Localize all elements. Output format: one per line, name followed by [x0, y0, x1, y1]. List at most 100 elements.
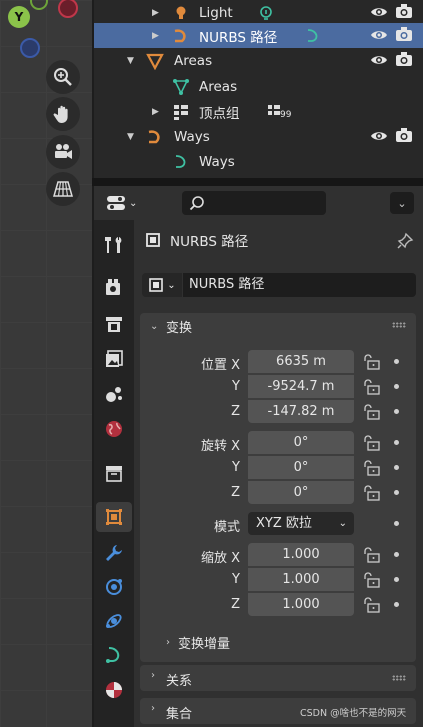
lock-icon[interactable]: [362, 435, 380, 451]
outliner-row-nurbs-path[interactable]: ▶ NURBS 路径: [94, 23, 423, 48]
visibility-eye-icon[interactable]: [370, 27, 388, 43]
tool-icon: [105, 237, 122, 253]
tab-object[interactable]: [96, 502, 132, 532]
outliner-row-ways[interactable]: ▼ Ways: [94, 124, 423, 149]
location-y-row: Y -9524.7 m: [140, 375, 416, 399]
perspective-toggle-button[interactable]: [46, 172, 80, 206]
lock-icon[interactable]: [362, 354, 380, 370]
transform-panel-header[interactable]: ⌄ 变换: [140, 313, 416, 339]
3d-viewport[interactable]: Y: [0, 0, 92, 727]
curve-object-icon: [146, 128, 164, 146]
object-browse-dropdown[interactable]: ⌄: [142, 273, 182, 297]
properties-editor-icon: [107, 196, 125, 210]
relations-panel[interactable]: › 关系: [140, 665, 416, 691]
scale-z-field[interactable]: 1.000: [248, 593, 354, 616]
field-label: Y: [232, 572, 240, 587]
keyframe-dot-icon[interactable]: [394, 602, 399, 607]
pin-icon[interactable]: [396, 232, 414, 250]
tab-output[interactable]: [98, 309, 130, 339]
field-label: 模式: [213, 520, 240, 535]
expand-arrow-icon[interactable]: ▶: [152, 8, 159, 18]
gizmo-y-handle[interactable]: Y: [8, 6, 30, 28]
property-search-input[interactable]: [182, 191, 326, 215]
location-x-field[interactable]: 6635 m: [248, 350, 354, 373]
editor-type-dropdown[interactable]: ⌄: [106, 192, 142, 214]
tab-view-layer[interactable]: [98, 344, 130, 374]
tab-physics[interactable]: [98, 606, 130, 636]
keyframe-dot-icon[interactable]: [394, 465, 399, 470]
panel-title: 集合: [166, 707, 193, 722]
tab-scene[interactable]: [98, 379, 130, 409]
lock-icon[interactable]: [362, 597, 380, 613]
outliner-row-vertex-groups[interactable]: ▶ 顶点组 99: [94, 99, 423, 124]
outliner-row-areas-mesh[interactable]: Areas: [94, 74, 423, 99]
expand-arrow-icon[interactable]: ▶: [152, 107, 159, 117]
collapse-arrow-icon[interactable]: ▼: [127, 132, 134, 142]
keyframe-dot-icon[interactable]: [394, 552, 399, 557]
keyframe-dot-icon[interactable]: [394, 577, 399, 582]
keyframe-dot-icon[interactable]: [394, 384, 399, 389]
tab-particles[interactable]: [98, 572, 130, 602]
scale-x-field[interactable]: 1.000: [248, 543, 354, 566]
outliner-row-ways-curve[interactable]: Ways: [94, 149, 423, 174]
keyframe-dot-icon[interactable]: [394, 490, 399, 495]
drag-handle-icon[interactable]: [392, 675, 406, 681]
keyframe-dot-icon[interactable]: [394, 359, 399, 364]
outliner[interactable]: ▶ Light ▶ NURBS 路径 ▼ Areas Areas ▶ 顶点组 9…: [94, 0, 423, 178]
panel-title: 变换: [166, 320, 193, 336]
zoom-button[interactable]: [46, 60, 80, 94]
lock-icon[interactable]: [362, 460, 380, 476]
render-camera-icon[interactable]: [395, 127, 413, 143]
object-name-input[interactable]: NURBS 路径: [183, 273, 416, 297]
keyframe-dot-icon[interactable]: [394, 440, 399, 445]
location-z-field[interactable]: -147.82 m: [248, 400, 354, 423]
expand-arrow-icon[interactable]: ▶: [152, 31, 159, 41]
properties-tabs: [94, 220, 134, 727]
gizmo-neg-y-handle[interactable]: [20, 38, 40, 58]
outliner-row-areas[interactable]: ▼ Areas: [94, 48, 423, 73]
render-camera-icon[interactable]: [395, 3, 413, 19]
rotation-mode-select[interactable]: XYZ 欧拉 ⌄: [248, 512, 354, 535]
field-label: Y: [232, 379, 240, 394]
rotation-y-field[interactable]: 0°: [248, 456, 354, 479]
outliner-row-light[interactable]: ▶ Light: [94, 0, 423, 25]
render-camera-icon[interactable]: [395, 51, 413, 67]
lock-icon[interactable]: [362, 547, 380, 563]
keyframe-dot-icon[interactable]: [394, 521, 399, 526]
render-camera-icon[interactable]: [395, 26, 413, 42]
lock-icon[interactable]: [362, 404, 380, 420]
tab-tool[interactable]: [98, 230, 130, 260]
rotation-z-field[interactable]: 0°: [248, 481, 354, 504]
watermark: CSDN @啥也不是的网天: [300, 708, 407, 719]
location-y-field[interactable]: -9524.7 m: [248, 375, 354, 398]
tab-collection[interactable]: [98, 458, 130, 488]
camera-view-button[interactable]: [46, 135, 80, 169]
tab-modifiers[interactable]: [98, 538, 130, 568]
tab-render[interactable]: [98, 272, 130, 302]
render-icon: [106, 279, 120, 295]
location-z-row: Z -147.82 m: [140, 400, 416, 424]
drag-handle-icon[interactable]: [392, 322, 406, 328]
rotation-mode-row: 模式 XYZ 欧拉 ⌄: [140, 512, 416, 536]
search-icon: [189, 196, 204, 211]
delta-transform-subpanel[interactable]: › 变换增量: [166, 633, 230, 652]
visibility-eye-icon[interactable]: [370, 4, 388, 20]
tab-object-data[interactable]: [98, 640, 130, 670]
outliner-label: Ways: [199, 153, 235, 170]
editor-divider[interactable]: [92, 178, 423, 186]
lock-icon[interactable]: [362, 485, 380, 501]
lock-icon[interactable]: [362, 572, 380, 588]
collapse-arrow-icon[interactable]: ▼: [127, 56, 134, 66]
scale-y-field[interactable]: 1.000: [248, 568, 354, 591]
pan-button[interactable]: [46, 97, 80, 131]
keyframe-dot-icon[interactable]: [394, 409, 399, 414]
rotation-x-field[interactable]: 0°: [248, 431, 354, 454]
visibility-eye-icon[interactable]: [370, 128, 388, 144]
options-dropdown-button[interactable]: ⌄: [390, 192, 414, 214]
lock-icon[interactable]: [362, 379, 380, 395]
chevron-right-icon: ›: [166, 637, 170, 648]
scale-z-row: Z 1.000: [140, 593, 416, 617]
tab-material[interactable]: [98, 675, 130, 705]
tab-world[interactable]: [98, 414, 130, 444]
visibility-eye-icon[interactable]: [370, 52, 388, 68]
